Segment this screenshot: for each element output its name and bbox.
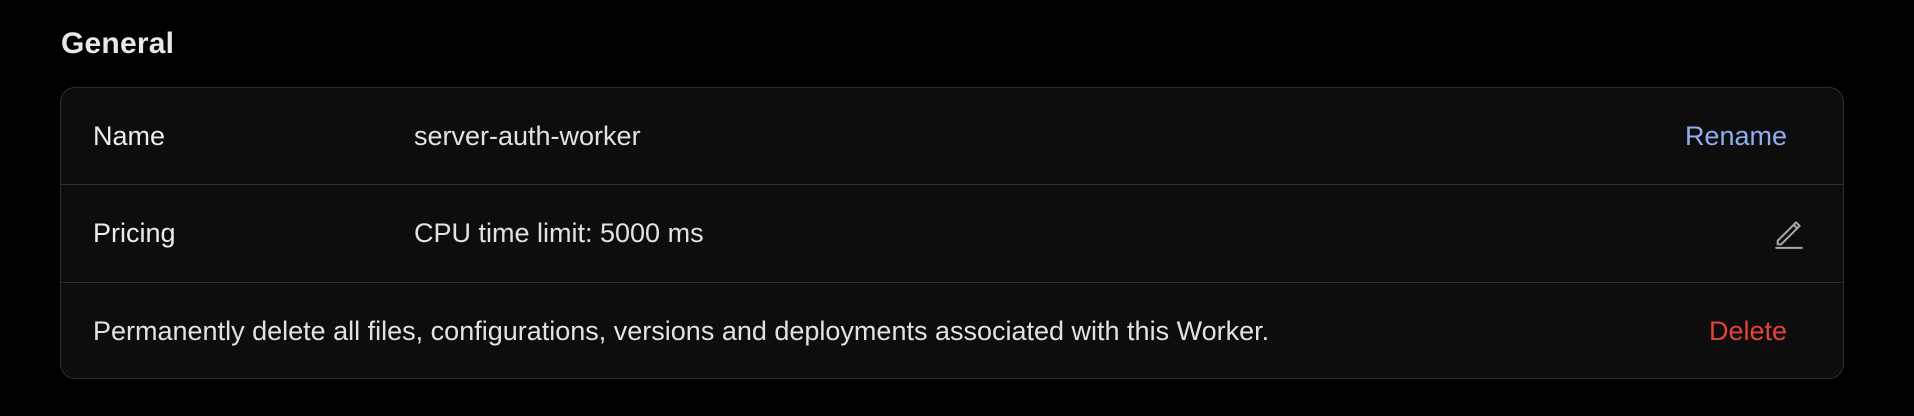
- name-label: Name: [93, 121, 166, 152]
- rename-button[interactable]: Rename: [1685, 118, 1787, 154]
- name-row: Name server-auth-worker Rename: [61, 88, 1843, 186]
- pricing-row: Pricing CPU time limit: 5000 ms: [61, 185, 1843, 283]
- section-title: General: [61, 27, 175, 60]
- pricing-label: Pricing: [93, 218, 176, 249]
- general-settings-card: Name server-auth-worker Rename Pricing C…: [60, 87, 1844, 379]
- cpu-time-limit-value: CPU time limit: 5000 ms: [414, 218, 704, 249]
- edit-pricing-button[interactable]: [1769, 213, 1809, 253]
- delete-row: Permanently delete all files, configurat…: [61, 283, 1843, 378]
- worker-name-value: server-auth-worker: [414, 121, 641, 152]
- delete-button[interactable]: Delete: [1709, 313, 1787, 349]
- edit-pencil-icon: [1775, 221, 1803, 250]
- settings-page: General Name server-auth-worker Rename P…: [0, 0, 1914, 416]
- delete-description: Permanently delete all files, configurat…: [93, 316, 1270, 347]
